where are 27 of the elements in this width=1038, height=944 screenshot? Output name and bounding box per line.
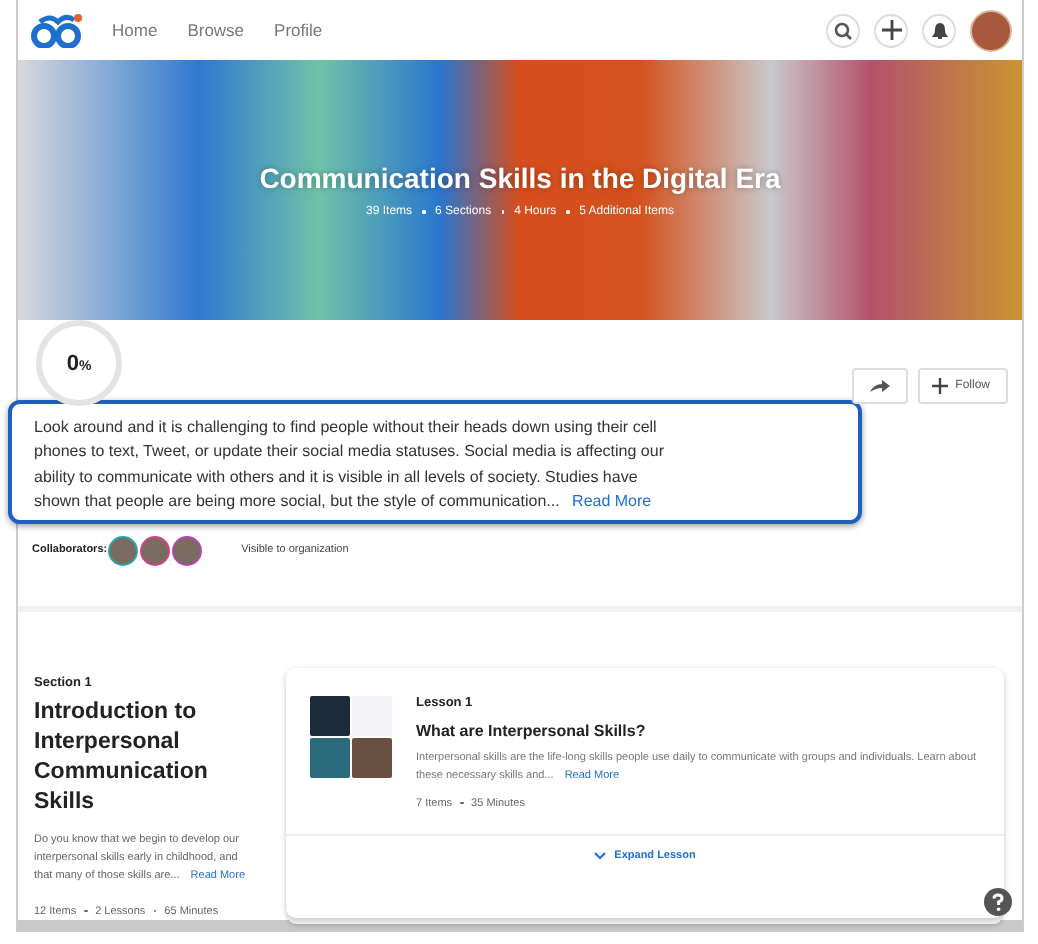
share-arrow-icon <box>869 378 890 394</box>
collaborator-avatar[interactable] <box>139 535 170 566</box>
add-button[interactable] <box>874 13 908 47</box>
plus-icon <box>881 20 901 40</box>
lesson-title: What are Interpersonal Skills? <box>416 721 648 740</box>
chevron-down-icon <box>594 852 607 861</box>
separator-dot <box>566 210 570 214</box>
collaborator-avatar[interactable] <box>107 535 138 566</box>
thumbnail-collage <box>310 695 392 778</box>
bell-icon <box>931 21 947 39</box>
search-button[interactable] <box>826 13 860 47</box>
search-icon <box>834 21 852 39</box>
section-title: Introduction to Interpersonal Communication Skills <box>34 697 210 818</box>
nav-link[interactable]: Profile <box>274 20 323 40</box>
course-title: Communication Skills in the Digital Era <box>259 162 781 194</box>
user-avatar[interactable] <box>970 9 1012 51</box>
nav-link[interactable]: Home <box>112 20 158 40</box>
collaborator-avatar[interactable] <box>171 535 202 566</box>
share-button[interactable] <box>851 368 908 404</box>
notifications-button[interactable] <box>922 13 956 47</box>
separator-dot <box>422 210 426 214</box>
plus-icon <box>931 378 948 394</box>
read-more-link[interactable]: Read More <box>572 492 652 511</box>
course-description: Look around and it is challenging to find people without their heads down using their cell phones to text, Tweet, or update their social media statuses. Social media is affecting our ability to communicate with others and it is visible in all levels of society. Studies have shown that people are being more social, but the style of communication... Read More <box>34 416 666 515</box>
glasses-logo-icon <box>30 12 82 48</box>
nav-link[interactable]: Browse <box>187 20 245 40</box>
help-button[interactable] <box>984 888 1012 916</box>
